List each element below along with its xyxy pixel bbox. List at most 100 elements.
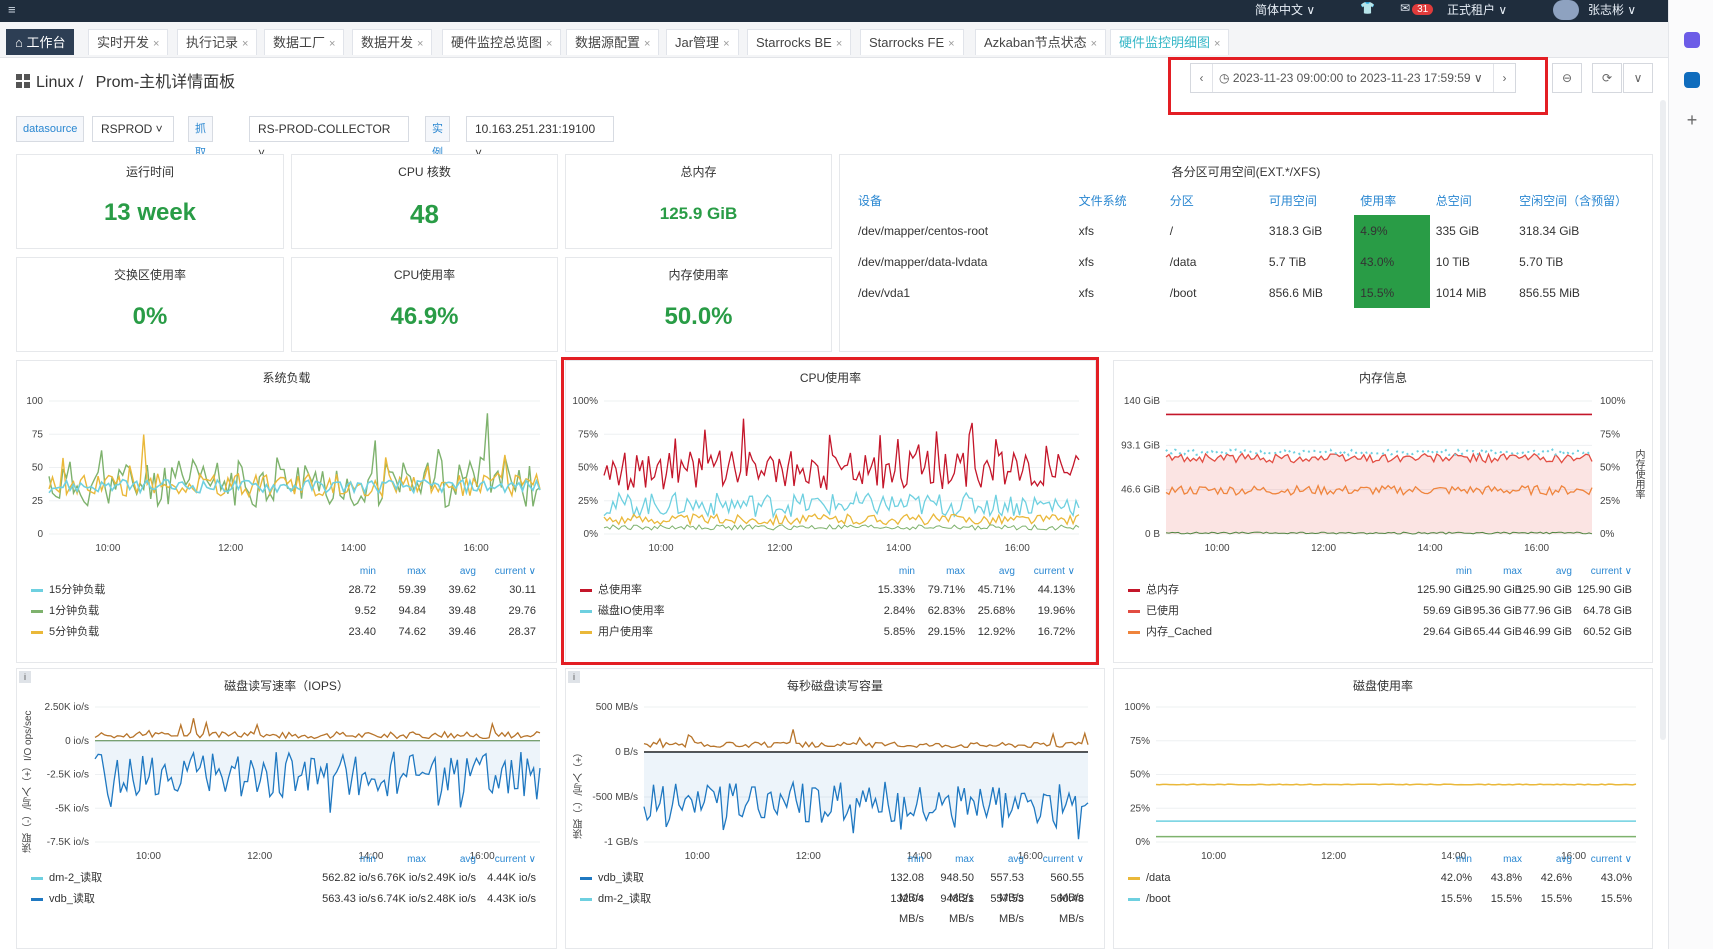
legend-name: 15分钟负载 — [49, 584, 106, 596]
y-tick-label-right: 100% — [1600, 396, 1626, 407]
close-icon[interactable]: × — [417, 38, 423, 50]
legend-swatch — [31, 610, 43, 613]
tenant-select[interactable]: 正式租户 ∨ — [1447, 1, 1507, 18]
legend-name: 总内存 — [1146, 584, 1179, 596]
close-icon[interactable]: × — [153, 38, 159, 50]
column-header[interactable]: 设备 — [852, 185, 1073, 215]
notification-icon[interactable]: ✉ 31 — [1400, 1, 1434, 15]
legend-header-current[interactable]: current ∨ — [476, 854, 536, 865]
legend-item[interactable]: /boot 15.5% 15.5% 15.5% 15.5% — [1124, 889, 1642, 909]
legend-name: vdb_读取 — [598, 872, 644, 884]
tab-10[interactable]: Azkaban节点状态 × — [975, 29, 1107, 55]
legend-header: min max avg current ∨ — [1124, 854, 1642, 868]
table-cell: xfs — [1078, 254, 1094, 269]
legend-item[interactable]: 15分钟负载 28.72 59.39 39.62 30.11 — [27, 580, 546, 600]
dashboard-grid-icon[interactable] — [16, 74, 30, 88]
tab-label: 实时开发 — [97, 35, 150, 50]
legend-item[interactable]: 1分钟负载 9.52 94.84 39.48 29.76 — [27, 601, 546, 621]
series-area — [1166, 453, 1592, 534]
breadcrumb-root[interactable]: Linux / — [36, 74, 83, 91]
legend-avg: 46.99 GiB — [1523, 626, 1572, 638]
column-header[interactable]: 可用空间 — [1263, 185, 1354, 215]
series-area — [95, 740, 540, 813]
panel-title: 总内存 — [680, 165, 717, 179]
user-menu[interactable]: 张志彬 ∨ — [1588, 1, 1636, 18]
tab-1[interactable]: 实时开发 × — [88, 29, 169, 55]
zoom-out-button[interactable]: ⊖ — [1552, 63, 1582, 93]
column-header[interactable]: 分区 — [1164, 185, 1263, 215]
outlook-icon[interactable] — [1684, 72, 1700, 88]
legend-item[interactable]: 总内存 125.90 GiB 125.90 GiB 125.90 GiB 125.90 … — [1124, 580, 1642, 600]
legend-item[interactable]: dm-2_读取 132.04 MB/s 948.21 MB/s 557.53 MB/s… — [576, 889, 1094, 925]
refresh-interval-button[interactable]: ∨ — [1623, 63, 1653, 93]
close-icon[interactable]: × — [644, 38, 650, 50]
close-icon[interactable]: × — [723, 38, 729, 50]
column-header[interactable]: 文件系统 — [1073, 185, 1164, 215]
close-icon[interactable]: × — [242, 38, 248, 50]
tab-6[interactable]: 数据源配置 × — [566, 29, 660, 55]
legend-avg: 2.49K io/s — [427, 872, 476, 884]
shirt-icon[interactable]: 👕 — [1360, 1, 1375, 15]
table-cell: 1014 MiB — [1435, 285, 1487, 300]
legend-item[interactable]: 内存_Cached 29.64 GiB 65.44 GiB 46.99 GiB 60.5… — [1124, 622, 1642, 642]
tab-4[interactable]: 数据开发 × — [352, 29, 433, 55]
tab-8[interactable]: Starrocks BE × — [747, 29, 852, 55]
column-header[interactable]: 空闲空间（含预留） — [1513, 185, 1652, 215]
legend-header-avg[interactable]: avg — [1512, 854, 1572, 865]
legend-header-avg[interactable]: avg — [964, 854, 1024, 865]
scrollbar[interactable] — [1660, 100, 1666, 740]
legend-header-avg[interactable]: avg — [416, 854, 476, 865]
copilot-icon[interactable] — [1684, 32, 1700, 48]
tab-5[interactable]: 硬件监控总览图 × — [442, 29, 562, 55]
column-header[interactable]: 总空间 — [1430, 185, 1513, 215]
table-cell: 43.0% — [1354, 246, 1430, 277]
add-icon[interactable]: + — [1684, 111, 1700, 129]
column-header[interactable]: 使用率 — [1354, 185, 1430, 215]
legend: min max avg current ∨ dm-2_读取 562.82 io/s 6.76… — [27, 854, 546, 924]
legend-header-current[interactable]: current ∨ — [1024, 854, 1084, 865]
table-cell: 5.70 TiB — [1519, 254, 1564, 269]
tab-0[interactable]: ⌂ 工作台 — [6, 29, 75, 55]
close-icon[interactable]: × — [1214, 38, 1220, 50]
legend-header-current[interactable]: current ∨ — [1572, 854, 1632, 865]
legend-item[interactable]: dm-2_读取 562.82 io/s 6.76K io/s 2.49K io/s 4.… — [27, 868, 546, 888]
legend-item[interactable]: 已使用 59.69 GiB 95.36 GiB 77.96 GiB 64.78 GiB — [1124, 601, 1642, 621]
close-icon[interactable]: × — [546, 38, 552, 50]
refresh-button[interactable]: ⟳ — [1592, 63, 1622, 93]
tab-9[interactable]: Starrocks FE × — [860, 29, 964, 55]
legend-header-avg[interactable]: avg — [1512, 566, 1572, 577]
legend-swatch — [1128, 877, 1140, 880]
top-bar: ≡ 简体中文 ∨ 👕 ✉ 31 正式租户 ∨ 张志彬 ∨ — [0, 0, 1668, 22]
avatar[interactable] — [1553, 0, 1579, 20]
menu-icon[interactable]: ≡ — [8, 2, 16, 17]
close-icon[interactable]: × — [948, 38, 954, 50]
legend-item[interactable]: 5分钟负载 23.40 74.62 39.46 28.37 — [27, 622, 546, 642]
legend-swatch — [1128, 589, 1140, 592]
instance-select[interactable]: 10.163.251.231:19100 ˅ — [466, 116, 614, 160]
language-select[interactable]: 简体中文 ∨ — [1255, 1, 1315, 18]
legend-name: dm-2_读取 — [598, 893, 652, 905]
legend-header-avg[interactable]: avg — [416, 566, 476, 577]
legend-header-current[interactable]: current ∨ — [1572, 566, 1632, 577]
legend-item[interactable]: vdb_读取 132.08 MB/s 948.50 MB/s 557.53 MB/s 5… — [576, 868, 1094, 904]
x-tick-label: 12:00 — [218, 543, 243, 554]
tab-7[interactable]: Jar管理 × — [666, 29, 739, 55]
close-icon[interactable]: × — [329, 38, 335, 50]
job-select[interactable]: RS-PROD-COLLECTOR ˅ — [249, 116, 409, 160]
close-icon[interactable]: × — [836, 38, 842, 50]
legend-item[interactable]: vdb_读取 563.43 io/s 6.74K io/s 2.48K io/s 4.4… — [27, 889, 546, 909]
x-tick-label: 10:00 — [95, 543, 120, 554]
y-tick-label: 140 GiB — [1124, 396, 1160, 407]
table-row: /dev/vda1 xfs/boot 856.6 MiB 15.5% 1014 MiB 8… — [852, 277, 1652, 308]
legend-item[interactable]: /data 42.0% 43.8% 42.6% 43.0% — [1124, 868, 1642, 888]
close-icon[interactable]: × — [1091, 38, 1097, 50]
datasource-select[interactable]: RSPROD ˅ — [92, 116, 174, 142]
cpu-cores-value: 48 — [410, 199, 439, 229]
table-cell: xfs — [1078, 285, 1094, 300]
table-cell: 15.5% — [1354, 277, 1430, 308]
tab-11[interactable]: 硬件监控明细图 × — [1110, 29, 1230, 55]
uptime-value: 13 week — [103, 199, 197, 226]
tab-3[interactable]: 数据工厂 × — [264, 29, 345, 55]
tab-2[interactable]: 执行记录 × — [177, 29, 258, 55]
legend-header-current[interactable]: current ∨ — [476, 566, 536, 577]
